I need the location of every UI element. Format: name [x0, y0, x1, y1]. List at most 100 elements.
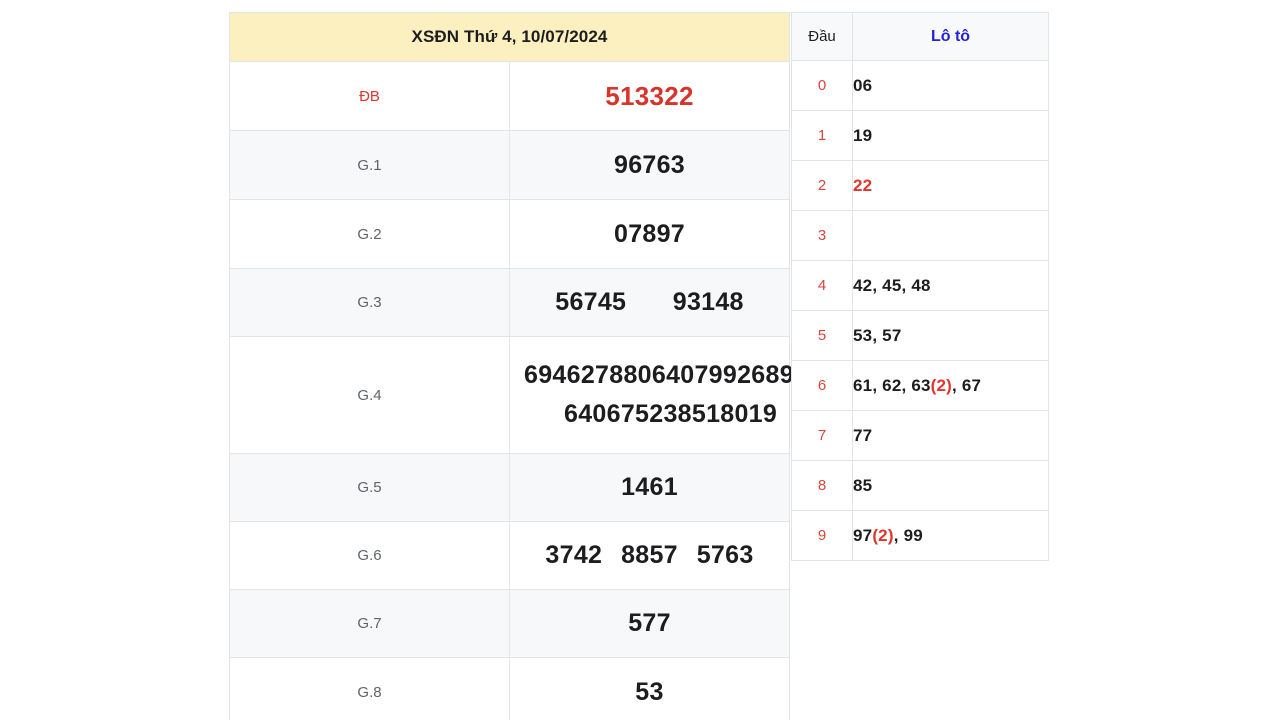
prize-row: G.5 1461: [229, 453, 790, 522]
loto-dau-4: 4: [791, 260, 853, 311]
loto-separator: ,: [901, 275, 912, 295]
prize-row: G.1 96763: [229, 130, 790, 200]
prize-label-g4: G.4: [229, 336, 510, 454]
loto-number: 57: [882, 326, 901, 345]
loto-number: 22: [853, 176, 872, 195]
loto-number-value: 57: [882, 325, 902, 345]
prize-number-line: 3742 8857 5763: [510, 541, 789, 570]
loto-row: 3: [791, 210, 1049, 261]
prize-table-body: ĐB 513322 G.1 96763 G.2 07897 G.3 56745 93148 G.4…: [229, 61, 808, 720]
prize-number: 3742: [545, 541, 603, 569]
loto-number: 97(2): [853, 526, 894, 545]
loto-number: 63(2): [911, 376, 952, 395]
loto-number-value: 06: [853, 75, 873, 95]
loto-number: 48: [911, 276, 930, 295]
loto-dau-2: 2: [791, 160, 853, 211]
loto-number: 42: [853, 276, 872, 295]
prize-values-đb: 513322: [509, 61, 790, 131]
prize-label-g5: G.5: [229, 453, 510, 522]
page-root: XSĐN Thứ 4, 10/07/2024 ĐB 513322 G.1 96763 G…: [0, 0, 1280, 720]
prize-number: 18019: [706, 400, 778, 428]
loto-numbers-1: 19: [852, 110, 1049, 161]
loto-row: 5 53, 57: [791, 310, 1049, 361]
loto-dau-1: 1: [791, 110, 853, 161]
prize-values-g7: 577: [509, 589, 790, 658]
loto-number-value: 42: [853, 275, 873, 295]
prize-number: 40799: [666, 361, 738, 389]
prize-number-line: 53: [635, 677, 664, 706]
loto-number: 77: [853, 426, 872, 445]
prize-number-stack: 3742 8857 5763: [510, 541, 789, 570]
loto-row: 7 77: [791, 410, 1049, 461]
loto-number-value: 85: [853, 475, 873, 495]
prize-label-g6: G.6: [229, 521, 510, 590]
loto-number-value: 61: [853, 375, 873, 395]
loto-dau-8: 8: [791, 460, 853, 511]
loto-numbers-0: 06: [852, 60, 1049, 111]
loto-row: 2 22: [791, 160, 1049, 211]
prize-number: 5763: [696, 541, 754, 569]
prize-row: ĐB 513322: [229, 61, 790, 131]
prize-number-line: 577: [628, 609, 671, 637]
prize-label-đb: ĐB: [229, 61, 510, 131]
prize-label-g3: G.3: [229, 268, 510, 337]
loto-number-value: 63: [911, 375, 931, 395]
prize-table-head: XSĐN Thứ 4, 10/07/2024: [229, 12, 790, 62]
prize-values-g8: 53: [509, 657, 790, 720]
prize-label-g7: G.7: [229, 589, 510, 658]
loto-number: 45: [882, 276, 901, 295]
loto-number: 06: [853, 76, 872, 95]
prize-number-stack: 1461: [510, 473, 789, 502]
loto-row: 8 85: [791, 460, 1049, 511]
loto-number: 53: [853, 326, 872, 345]
loto-separator: ,: [901, 375, 912, 395]
loto-number: 61: [853, 376, 872, 395]
prize-number: 8857: [621, 541, 678, 569]
loto-separator: ,: [872, 375, 883, 395]
loto-number-value: 77: [853, 425, 873, 445]
loto-number: 99: [904, 526, 923, 545]
loto-number: 67: [962, 376, 981, 395]
prize-number: 93148: [672, 288, 744, 316]
loto-table-body: 0 06 1 19 2 22 3 4 42, 45, 48 5 53, 57 6 61, 62, 63(…: [791, 60, 1049, 561]
prize-title-row: XSĐN Thứ 4, 10/07/2024: [229, 12, 790, 62]
prize-number: 56745: [555, 288, 627, 316]
loto-dau-0: 0: [791, 60, 853, 111]
loto-number-value: 97: [853, 525, 873, 545]
loto-row: 0 06: [791, 60, 1049, 111]
loto-header-row: Đầu Lô tô: [791, 12, 1049, 61]
loto-separator: ,: [893, 525, 904, 545]
loto-row: 1 19: [791, 110, 1049, 161]
column-header-dau: Đầu: [791, 12, 853, 61]
loto-separator: ,: [872, 275, 883, 295]
loto-number-value: 22: [853, 175, 873, 195]
loto-numbers-8: 85: [852, 460, 1049, 511]
prize-row: G.6 3742 8857 5763: [229, 521, 790, 590]
prize-results-table: XSĐN Thứ 4, 10/07/2024 ĐB 513322 G.1 96763 G…: [229, 12, 808, 720]
loto-separator: ,: [872, 325, 883, 345]
column-header-loto: Lô tô: [852, 12, 1049, 61]
loto-dau-7: 7: [791, 410, 853, 461]
loto-numbers-9: 97(2), 99: [852, 510, 1049, 561]
loto-duplicate-count: (2): [872, 525, 894, 545]
prize-row: G.8 53: [229, 657, 790, 720]
prize-number: 78806: [595, 361, 667, 389]
loto-table-head: Đầu Lô tô: [791, 12, 1049, 61]
loto-number-value: 62: [882, 375, 902, 395]
prize-values-g6: 3742 8857 5763: [509, 521, 790, 590]
page-title: XSĐN Thứ 4, 10/07/2024: [229, 12, 790, 62]
prize-row: G.4 69462 78806 40799 26897 64067 52385 18019: [229, 336, 808, 454]
loto-numbers-4: 42, 45, 48: [852, 260, 1049, 311]
loto-number-value: 99: [903, 525, 923, 545]
loto-number-value: 48: [911, 275, 931, 295]
prize-row: G.2 07897: [229, 199, 790, 269]
prize-number: 64067: [564, 400, 636, 428]
loto-numbers-3: [852, 210, 1049, 261]
prize-number-stack: 577: [510, 609, 789, 638]
prize-number-line: 96763: [613, 150, 686, 179]
prize-row: G.3 56745 93148: [229, 268, 790, 337]
prize-values-g3: 56745 93148: [509, 268, 790, 337]
prize-number-line: 1461: [621, 473, 678, 501]
loto-numbers-5: 53, 57: [852, 310, 1049, 361]
prize-number-stack: 56745 93148: [510, 288, 789, 317]
